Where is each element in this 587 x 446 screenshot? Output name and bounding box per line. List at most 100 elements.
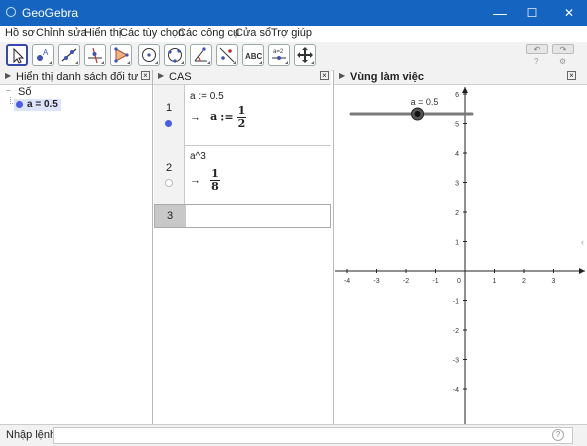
menu-tools[interactable]: Các công cụ [178, 27, 239, 39]
move-graphics-tool-button[interactable] [294, 44, 316, 66]
graphics-canvas[interactable]: -4 -3 -2 -1 0 1 2 3 6 5 4 3 2 1 -1 -2 -3 -4 a = 0.5 ‹ [335, 85, 587, 424]
output-arrow-icon: → [190, 174, 201, 187]
cas-row[interactable]: 1 a := 0.5 → a := 1 2 [154, 85, 331, 146]
close-graphics-panel-icon[interactable]: × [567, 71, 576, 80]
title-bar: GeoGebra — ☐ ✕ [0, 0, 587, 26]
close-cas-panel-icon[interactable]: × [320, 71, 329, 80]
slider-tool-button[interactable]: a=2 [268, 44, 290, 66]
tree-collapse-icon[interactable]: − [6, 86, 11, 95]
x-axis-arrow [579, 268, 585, 274]
visibility-toggle-icon[interactable] [16, 101, 23, 108]
point-tool-button[interactable]: A [32, 44, 54, 66]
graphics-view[interactable]: -4 -3 -2 -1 0 1 2 3 6 5 4 3 2 1 -1 -2 -3 -4 a = 0.5 ‹ [335, 85, 587, 424]
cas-panel-title: CAS [169, 71, 192, 83]
cas-output-fraction: 1 8 [210, 167, 220, 193]
y-tick-label: -2 [453, 328, 459, 335]
cas-output: → a := 1 2 [190, 104, 247, 130]
algebra-panel-header: ▶ Hiển thị danh sách đối tượng × [0, 70, 152, 85]
input-bar: Nhập lệnh: ? [0, 424, 587, 446]
move-tool-button[interactable] [6, 44, 28, 66]
input-bar-label: Nhập lệnh: [6, 429, 60, 441]
toolbar: A ABC a=2 ↶ ↷ ? ⚙ [0, 42, 587, 71]
menu-bar: Hồ sơ Chỉnh sửa Hiển thị Các tùy chọn Cá… [0, 26, 587, 42]
graphics-panel-title: Vùng làm việc [350, 71, 424, 83]
angle-tool-button[interactable] [190, 44, 212, 66]
cas-row-active[interactable]: 3 [154, 204, 331, 228]
cas-visibility-icon[interactable] [165, 120, 172, 127]
graphics-panel-header: ▶ Vùng làm việc × [334, 70, 587, 85]
y-tick-label: -4 [453, 387, 459, 394]
undo-button[interactable]: ↶ [526, 44, 548, 54]
cas-input-text[interactable]: a := 0.5 [190, 91, 224, 102]
x-tick-label: 2 [522, 278, 526, 285]
algebra-view: − Số a = 0.5 [0, 85, 152, 424]
maximize-button[interactable]: ☐ [515, 0, 549, 26]
polygon-tool-button[interactable] [110, 44, 132, 66]
slider-label: a = 0.5 [411, 97, 439, 107]
circle-tool-button[interactable] [138, 44, 160, 66]
cas-output-op: := [220, 110, 234, 124]
algebra-category-label: Số [18, 86, 32, 98]
redo-button[interactable]: ↷ [552, 44, 574, 54]
line-tool-button[interactable] [58, 44, 80, 66]
output-arrow-icon: → [190, 111, 201, 124]
collapse-arrow-icon[interactable]: ▶ [158, 71, 164, 80]
y-tick-label: 4 [455, 151, 459, 158]
menu-view[interactable]: Hiển thị [84, 27, 121, 39]
close-algebra-panel-icon[interactable]: × [141, 71, 150, 80]
y-tick-label: 6 [455, 92, 459, 99]
y-axis-arrow [462, 87, 468, 93]
algebra-panel-title: Hiển thị danh sách đối tượng [16, 71, 138, 83]
x-tick-label: 0 [457, 278, 461, 285]
panel-divider[interactable] [333, 70, 334, 424]
menu-options[interactable]: Các tùy chọn [120, 27, 184, 39]
cas-row-number: 3 [155, 205, 186, 227]
cas-output: → 1 8 [190, 168, 220, 193]
perpendicular-tool-button[interactable] [84, 44, 106, 66]
cas-row[interactable]: 2 a^3 → 1 8 [154, 145, 331, 205]
conic-tool-button[interactable] [164, 44, 186, 66]
geogebra-logo-icon [6, 7, 16, 17]
reflect-tool-button[interactable] [216, 44, 238, 66]
menu-file[interactable]: Hồ sơ [5, 27, 35, 39]
cas-row-number: 1 [154, 85, 185, 145]
settings-gear-icon[interactable]: ⚙ [559, 57, 566, 66]
y-tick-label: -3 [453, 358, 459, 365]
y-tick-label: 3 [455, 181, 459, 188]
minimize-button[interactable]: — [483, 0, 517, 26]
svg-text:a=2: a=2 [273, 49, 284, 55]
x-tick-label: -2 [403, 278, 409, 285]
cas-panel-header: ▶ CAS × [153, 70, 331, 85]
x-tick-label: 1 [493, 278, 497, 285]
y-tick-label: 1 [455, 240, 459, 247]
panel-expand-icon: ‹ [581, 237, 584, 247]
x-tick-label: -3 [373, 278, 379, 285]
command-input-field[interactable]: ? [53, 427, 573, 444]
collapse-arrow-icon[interactable]: ▶ [5, 71, 11, 80]
y-tick-label: -1 [453, 299, 459, 306]
x-tick-label: -1 [432, 278, 438, 285]
menu-help[interactable]: Trợ giúp [271, 27, 312, 39]
collapse-arrow-icon[interactable]: ▶ [339, 71, 345, 80]
cas-visibility-icon[interactable] [165, 179, 173, 187]
text-tool-button[interactable]: ABC [242, 44, 264, 66]
y-tick-label: 5 [455, 122, 459, 129]
x-tick-label: -4 [344, 278, 350, 285]
help-icon[interactable]: ? [534, 57, 538, 66]
menu-window[interactable]: Cửa sổ [235, 27, 271, 39]
cursor-arrow-icon [13, 47, 25, 64]
svg-text:A: A [43, 48, 49, 57]
slider-knob-center [414, 111, 421, 117]
x-tick-label: 3 [552, 278, 556, 285]
input-help-icon[interactable]: ? [552, 429, 564, 441]
cas-input-text[interactable]: a^3 [190, 151, 206, 162]
algebra-item[interactable]: a = 0.5 [14, 99, 61, 111]
svg-text:ABC: ABC [245, 52, 262, 61]
close-window-button[interactable]: ✕ [552, 0, 586, 26]
panel-divider[interactable] [152, 70, 153, 424]
menu-edit[interactable]: Chỉnh sửa [36, 27, 87, 39]
cas-row-number: 2 [154, 145, 185, 204]
algebra-item-label: a = 0.5 [27, 99, 58, 110]
cas-output-fraction: 1 2 [236, 104, 247, 130]
window-title: GeoGebra [22, 6, 79, 20]
